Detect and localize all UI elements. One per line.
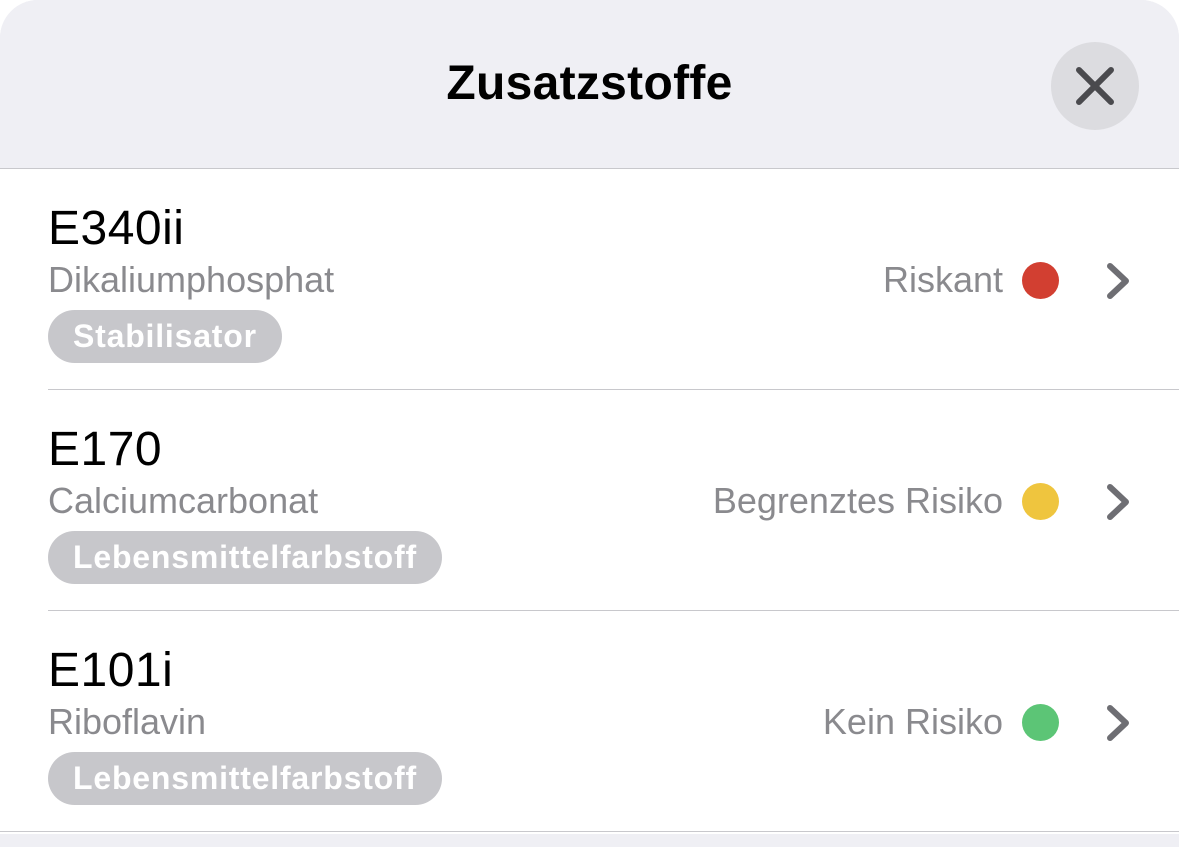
additive-code: E340ii <box>48 202 185 255</box>
risk-label: Riskant <box>882 259 1003 300</box>
additive-code: E170 <box>48 423 163 476</box>
sheet-header: Zusatzstoffe <box>0 0 1179 168</box>
chevron-right-icon <box>1107 484 1129 520</box>
additives-sheet: Zusatzstoffe E340ii Dikaliumphosphat Sta… <box>0 0 1179 847</box>
category-badge: Stabilisator <box>48 310 282 363</box>
page-title: Zusatzstoffe <box>446 57 733 110</box>
additives-list: E340ii Dikaliumphosphat Stabilisator Ris… <box>0 168 1179 835</box>
footer-background <box>0 834 1179 847</box>
list-item[interactable]: E101i Riboflavin Lebensmittelfarbstoff K… <box>0 611 1179 832</box>
category-badge: Lebensmittelfarbstoff <box>48 752 442 805</box>
additive-code: E101i <box>48 644 174 697</box>
additive-name: Calciumcarbonat <box>48 480 319 521</box>
divider <box>0 831 1179 832</box>
close-icon <box>1076 67 1114 105</box>
risk-indicator-dot <box>1022 483 1059 520</box>
risk-label: Begrenztes Risiko <box>712 480 1003 521</box>
risk-label: Kein Risiko <box>822 701 1003 742</box>
additive-name: Dikaliumphosphat <box>48 259 335 300</box>
list-item[interactable]: E340ii Dikaliumphosphat Stabilisator Ris… <box>0 169 1179 390</box>
list-item[interactable]: E170 Calciumcarbonat Lebensmittelfarbsto… <box>0 390 1179 611</box>
chevron-right-icon <box>1107 263 1129 299</box>
additive-name: Riboflavin <box>48 701 207 742</box>
chevron-right-icon <box>1107 705 1129 741</box>
category-badge: Lebensmittelfarbstoff <box>48 531 442 584</box>
risk-indicator-dot <box>1022 262 1059 299</box>
close-button[interactable] <box>1051 42 1139 130</box>
risk-indicator-dot <box>1022 704 1059 741</box>
